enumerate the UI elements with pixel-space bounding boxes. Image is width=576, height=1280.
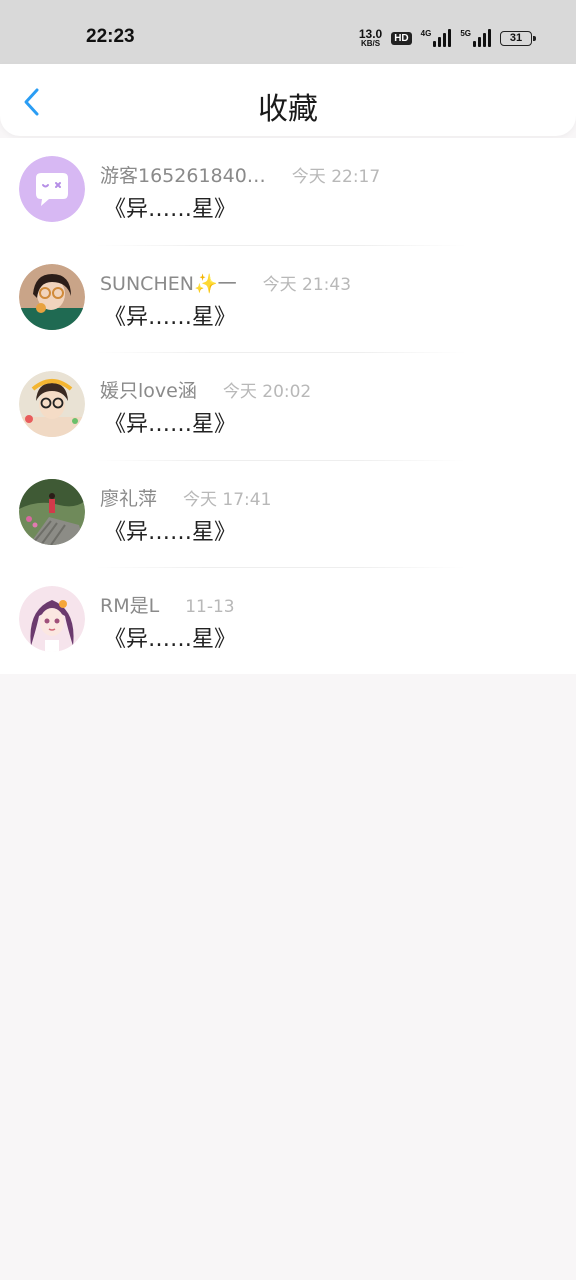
favorites-list: 游客165261840… 今天 22:17 《异……星》 SUNCHEN✨一 今… — [0, 138, 576, 674]
avatar[interactable] — [19, 156, 85, 222]
item-meta: 媛只love涵 今天 20:02 — [100, 376, 311, 403]
list-item[interactable]: 廖礼萍 今天 17:41 《异……星》 — [0, 461, 576, 568]
avatar[interactable] — [19, 586, 85, 652]
user-photo-icon — [19, 371, 85, 437]
list-item[interactable]: 游客165261840… 今天 22:17 《异……星》 — [0, 138, 576, 246]
battery-icon: 31 — [500, 30, 536, 46]
username[interactable]: 媛只love涵 — [100, 376, 197, 403]
anime-avatar-icon — [19, 586, 85, 652]
signal-5g-icon: 5G — [460, 29, 491, 47]
signal-4g-label: 4G — [420, 29, 432, 38]
favorite-content: 《异……星》 — [104, 519, 237, 545]
avatar[interactable] — [19, 263, 85, 330]
page-title: 收藏 — [258, 92, 318, 127]
timestamp: 今天 20:02 — [222, 382, 312, 402]
username[interactable]: 廖礼萍 — [100, 484, 157, 511]
user-photo-icon — [19, 478, 85, 545]
list-item[interactable]: SUNCHEN✨一 今天 21:43 《异……星》 — [0, 246, 576, 353]
hd-icon: HD — [391, 31, 412, 45]
favorite-content: 《异……星》 — [104, 627, 237, 652]
signal-4g-icon: 4G — [421, 29, 452, 47]
chat-bubble-avatar-icon — [19, 156, 85, 222]
user-photo-icon — [19, 263, 85, 330]
item-meta: 廖礼萍 今天 17:41 — [100, 484, 271, 511]
status-bar: 22:23 13.0 KB/S HD 4G 5G 31 — [0, 0, 576, 64]
timestamp: 今天 17:41 — [183, 489, 272, 510]
network-speed: 13.0 KB/S — [359, 28, 382, 48]
status-time: 22:23 — [86, 26, 135, 47]
item-meta: SUNCHEN✨一 今天 21:43 — [100, 269, 351, 296]
battery-level: 31 — [509, 32, 523, 44]
avatar[interactable] — [19, 371, 85, 437]
favorite-content: 《异……星》 — [104, 197, 237, 222]
username[interactable]: SUNCHEN✨一 — [100, 269, 237, 296]
timestamp: 今天 21:43 — [262, 274, 352, 295]
username[interactable]: RM是L — [100, 591, 159, 618]
list-item[interactable]: 媛只love涵 今天 20:02 《异……星》 — [0, 353, 576, 461]
status-icons: 13.0 KB/S HD 4G 5G 31 — [359, 27, 536, 49]
item-meta: RM是L 11-13 — [100, 591, 235, 618]
timestamp: 今天 22:17 — [291, 167, 381, 187]
favorite-content: 《异……星》 — [104, 304, 237, 330]
list-item[interactable]: RM是L 11-13 《异……星》 — [0, 568, 576, 676]
item-meta: 游客165261840… 今天 22:17 — [100, 161, 380, 188]
timestamp: 11-13 — [185, 597, 235, 617]
network-speed-unit: KB/S — [360, 39, 381, 48]
signal-5g-label: 5G — [460, 29, 471, 38]
username[interactable]: 游客165261840… — [100, 161, 266, 188]
header: 收藏 — [0, 64, 576, 136]
favorite-content: 《异……星》 — [104, 412, 237, 437]
avatar[interactable] — [19, 478, 85, 545]
